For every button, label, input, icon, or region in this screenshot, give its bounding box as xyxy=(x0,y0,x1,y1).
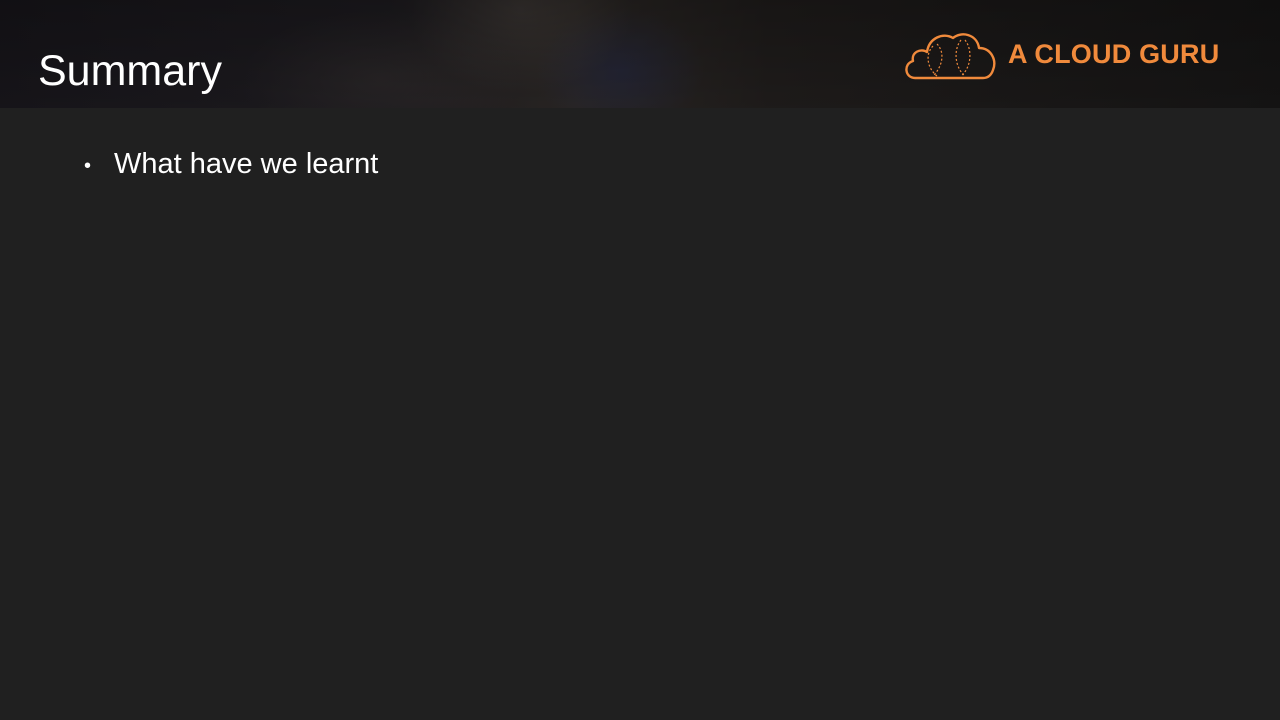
slide-title: Summary xyxy=(38,47,222,95)
bullet-item: • What have we learnt xyxy=(84,144,1184,186)
bullet-marker: • xyxy=(84,155,92,177)
bullet-text: What have we learnt xyxy=(114,148,379,180)
brand-name: A CLOUD GURU xyxy=(1008,39,1220,69)
slide-content: • What have we learnt xyxy=(84,144,1184,186)
bullet-list: • What have we learnt xyxy=(84,144,1184,186)
cloud-logo-icon xyxy=(905,33,996,80)
slide: Summary A CLOUD GURU • What have we lear… xyxy=(0,0,1280,720)
brand-logo: A CLOUD GURU xyxy=(903,28,1243,82)
slide-header: Summary A CLOUD GURU xyxy=(0,0,1280,108)
